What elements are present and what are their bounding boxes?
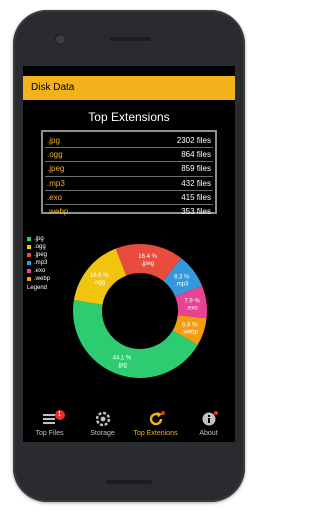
legend-label: .jpg (34, 236, 44, 242)
nav-item-top-files[interactable]: 1 Top Files (23, 408, 76, 442)
slice-category-label: .mp3 (175, 281, 189, 287)
donut-chart-svg: 44.1 %.jpg 16.5 %.ogg 16.4 %.jpeg 8.3 %.mp3… (73, 244, 207, 378)
slice-percent-label: 7.9 % (184, 299, 200, 305)
app-title: Disk Data (31, 82, 75, 93)
notification-dot (213, 411, 218, 415)
bottom-navigation: 1 Top Files Storage Top Extenions About (23, 408, 235, 442)
extension-name: .jpeg (47, 164, 65, 174)
slice-percent-label: 8.3 % (174, 274, 190, 280)
chart-legend: .jpg .ogg .jpeg .mp3 .exo .webp Legend (27, 235, 50, 292)
extensions-table: .jpg 2302 files .ogg 864 files .jpeg 859… (41, 130, 217, 216)
refresh-icon (148, 411, 165, 427)
extension-row[interactable]: .jpeg 859 files (45, 162, 213, 177)
legend-item: .ogg (27, 243, 50, 251)
legend-label: .exo (34, 268, 46, 274)
slice-category-label: .ogg (93, 280, 105, 286)
extension-count: 864 files (181, 150, 211, 160)
nav-label: Top Extenions (133, 430, 178, 437)
extension-row[interactable]: .mp3 432 files (45, 177, 213, 191)
legend-swatch (27, 253, 31, 257)
legend-item: .exo (27, 267, 50, 275)
extension-row[interactable]: .exo 415 files (45, 191, 213, 205)
app-bar: Disk Data (23, 76, 235, 100)
phone-frame: Disk Data Top Extensions .jpg 2302 files… (13, 10, 245, 502)
legend-swatch (27, 261, 31, 265)
extension-name: .mp3 (47, 178, 65, 188)
nav-label: About (199, 430, 218, 437)
status-bar (23, 66, 235, 76)
slice-category-label: .jpeg (141, 261, 154, 267)
donut-chart[interactable]: 44.1 % .jpg 16.5 % .ogg 16.4 % .jpeg 8.3 % .mp3… (69, 240, 211, 382)
extension-count: 2302 files (176, 136, 211, 146)
nav-item-storage[interactable]: Storage (76, 408, 129, 442)
slice-category-label: .exo (186, 306, 198, 312)
nav-label: Top Files (35, 430, 64, 437)
slice-percent-label: 16.5 % (90, 273, 109, 279)
nav-item-top-extensions[interactable]: Top Extenions (129, 408, 182, 442)
info-icon (201, 411, 218, 427)
legend-item: .jpeg (27, 251, 50, 259)
extension-count: 415 files (181, 192, 211, 202)
extension-row[interactable]: .webp 353 files (45, 205, 213, 218)
section-title: Top Extensions (88, 110, 170, 124)
extension-row[interactable]: .jpg 2302 files (45, 134, 213, 149)
extension-name: .jpg (47, 136, 60, 146)
legend-swatch (27, 269, 31, 273)
settings-icon (95, 411, 111, 427)
legend-item: .jpg (27, 235, 50, 243)
extension-count: 859 files (181, 164, 211, 174)
legend-label: .jpeg (34, 252, 48, 258)
slice-percent-label: 44.1 % (113, 355, 132, 361)
extension-count: 432 files (181, 178, 211, 188)
app-screen: Disk Data Top Extensions .jpg 2302 files… (23, 66, 235, 442)
slice-category-label: .jpg (117, 362, 127, 368)
legend-swatch (27, 277, 31, 281)
extension-row[interactable]: .ogg 864 files (45, 148, 213, 163)
slice-category-label: .webp (182, 330, 199, 336)
legend-item: .webp (27, 275, 50, 283)
extension-name: .exo (47, 192, 63, 202)
extension-name: .ogg (47, 150, 63, 160)
legend-title: Legend (27, 285, 48, 291)
legend-swatch (27, 245, 31, 249)
bottom-speaker (106, 480, 152, 484)
legend-swatch (27, 237, 31, 241)
extension-name: .webp (47, 207, 69, 217)
legend-label: .mp3 (34, 260, 48, 266)
notification-badge: 1 (54, 410, 65, 420)
extension-count: 353 files (181, 207, 211, 217)
notification-dot (160, 411, 165, 415)
legend-label: .webp (34, 276, 51, 282)
legend-label: .ogg (34, 244, 46, 250)
slice-percent-label: 16.4 % (138, 254, 157, 260)
slice-percent-label: 6.8 % (182, 323, 198, 329)
top-speaker (109, 37, 151, 41)
front-camera (55, 34, 66, 45)
list-icon: 1 (42, 410, 65, 427)
legend-item: .mp3 (27, 259, 50, 267)
nav-item-about[interactable]: About (182, 408, 235, 442)
nav-label: Storage (90, 430, 115, 437)
